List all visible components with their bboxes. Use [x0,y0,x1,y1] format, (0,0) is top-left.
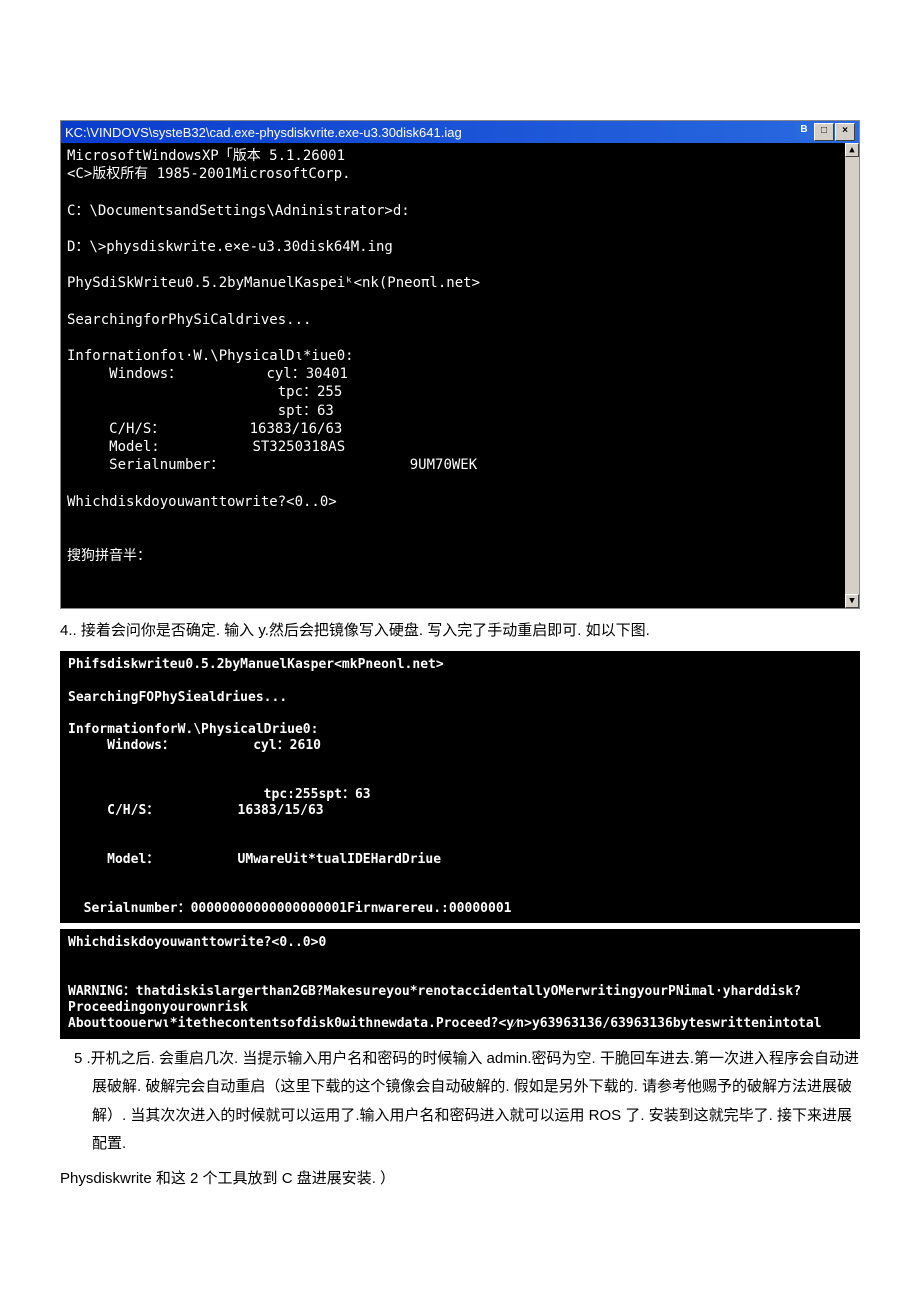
logo-b-icon: B [795,123,813,139]
page-container: KC:\VINDOVS\systeB32\cad.exe-physdiskvri… [0,0,920,1259]
maximize-button[interactable]: □ [814,123,834,141]
titlebar-buttons: B □ × [794,123,855,141]
scrollbar-track[interactable]: ▲ ▼ [845,143,859,608]
console-output-2b: Whichdiskdoyouwanttowrite?<0..0>0 WARNIN… [60,929,860,1039]
scroll-down-icon[interactable]: ▼ [845,594,859,608]
titlebar-title: KC:\VINDOVS\systeB32\cad.exe-physdiskvri… [65,125,794,140]
cmd-window: KC:\VINDOVS\systeB32\cad.exe-physdiskvri… [60,120,860,609]
step-4-text: 4.. 接着会问你是否确定. 输入 y.然后会把镜像写入硬盘. 写入完了手动重启… [60,617,860,646]
console-output-2a: Phifsdiskwriteu0.5.2byManuelKasper<mkPne… [60,651,860,923]
scroll-up-icon[interactable]: ▲ [845,143,859,157]
close-button[interactable]: × [835,123,855,141]
titlebar: KC:\VINDOVS\systeB32\cad.exe-physdiskvri… [61,121,859,143]
step-5-text: 5 .开机之后. 会重启几次. 当提示输入用户名和密码的时候输入 admin.密… [60,1045,860,1159]
footer-note: Physdiskwrite 和这 2 个工具放到 C 盘进展安装. ） [60,1165,860,1194]
console-output: MicrosoftWindowsXP「版本 5.1.26001 <C>版权所有 … [61,143,859,608]
